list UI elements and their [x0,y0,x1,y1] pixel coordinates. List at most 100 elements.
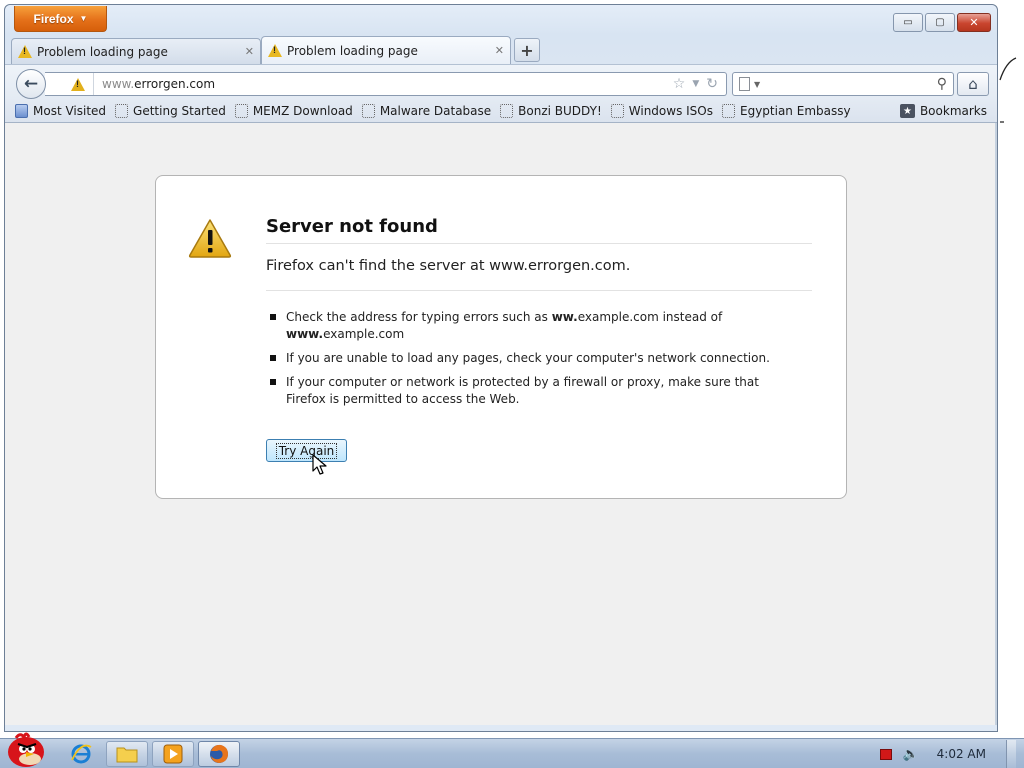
bookmark-label: Malware Database [379,104,492,118]
history-dropdown-icon[interactable]: ▼ [692,79,699,89]
error-tip: If your computer or network is protected… [270,374,770,408]
bookmark-label: Getting Started [133,104,226,118]
url-divider [93,73,94,95]
speaker-icon[interactable]: 🔈 [902,747,918,762]
firefox-taskbar-button[interactable] [198,741,240,767]
page-content: Server not found Firefox can't find the … [5,123,997,725]
error-tip: Check the address for typing errors such… [270,309,770,343]
internet-explorer-icon [71,744,92,764]
explorer-button[interactable] [106,741,148,767]
bookmark-label: Windows ISOs [628,104,713,118]
home-icon: ⌂ [968,75,978,93]
back-button[interactable]: ← [16,69,46,99]
window-edge [995,123,997,725]
error-short-description: Firefox can't find the server at www.err… [266,258,812,291]
bookmark-getting-started[interactable]: Getting Started [115,104,226,118]
try-again-button[interactable]: Try Again [266,439,347,462]
bookmarks-toolbar: Most Visited Getting Started MEMZ Downlo… [5,100,997,123]
error-tip: If you are unable to load any pages, che… [270,350,770,367]
firefox-icon [210,744,228,763]
try-again-label: Try Again [275,442,338,459]
tab-close-icon[interactable]: ✕ [495,44,504,57]
close-button[interactable]: ✕ [957,13,991,32]
bookmark-page-icon [722,104,735,118]
taskbar: 🔈 4:02 AM [0,732,1024,768]
show-desktop-button[interactable] [1006,740,1016,768]
warning-icon [268,44,282,57]
tab-close-icon[interactable]: ✕ [245,45,254,58]
tab-problem-loading-2[interactable]: Problem loading page ✕ [261,36,511,64]
mouse-cursor-icon [312,454,327,475]
angry-bird-start-icon[interactable] [4,730,48,768]
tab-problem-loading-1[interactable]: Problem loading page ✕ [11,38,261,64]
url-prefix: www. [102,77,135,91]
bookmarks-star-icon: ★ [899,104,915,118]
error-title: Server not found [266,216,812,244]
most-visited-icon [15,104,28,118]
tip-bold: www. [286,327,324,341]
bookmark-page-icon [115,104,129,118]
warning-icon [188,219,232,258]
site-warning-icon[interactable] [71,77,85,91]
firefox-menu-label: Firefox [33,11,74,26]
firefox-window: Firefox ▼ ▭ ▢ ✕ Problem loading page ✕ P… [4,4,998,732]
bookmark-label: MEMZ Download [252,104,353,118]
bookmark-page-icon [500,104,514,118]
bookmark-page-icon [234,104,248,118]
magnifier-icon[interactable]: ⚲ [937,76,947,92]
maximize-icon: ▢ [935,17,945,28]
bookmark-page-icon [610,104,624,118]
bookmark-windows-isos[interactable]: Windows ISOs [610,104,713,118]
home-button[interactable]: ⌂ [957,72,989,96]
clock[interactable]: 4:02 AM [937,747,986,761]
minimize-icon: ▭ [903,17,913,28]
maximize-button[interactable]: ▢ [925,13,955,32]
search-engine-icon[interactable] [739,77,750,91]
bookmark-bonzi-buddy[interactable]: Bonzi BUDDY! [500,104,602,118]
window-controls: ▭ ▢ ✕ [893,13,991,32]
internet-explorer-button[interactable] [60,741,102,767]
media-player-icon [163,744,183,764]
bookmark-malware-database[interactable]: Malware Database [361,104,492,118]
bookmark-label: Most Visited [33,104,107,118]
folder-icon [116,747,138,763]
bookmark-egyptian-embassy[interactable]: Egyptian Embassy [722,104,851,118]
bookmark-star-icon[interactable]: ☆ [673,76,686,92]
navigation-toolbar: www.errorgen.com ☆ ▼ ↻ ← ▼ ⚲ ⌂ [5,64,997,102]
firefox-menu-button[interactable]: Firefox ▼ [14,6,107,32]
bookmarks-menu-button[interactable]: ★ Bookmarks [899,104,987,118]
tab-label: Problem loading page [287,43,418,58]
chevron-down-icon[interactable]: ▼ [754,80,760,89]
tip-bold: ww. [551,310,578,324]
url-text[interactable]: www.errorgen.com [102,77,665,91]
plus-icon: + [520,40,534,60]
error-tips-list: Check the address for typing errors such… [270,309,770,415]
chevron-down-icon: ▼ [79,14,88,23]
new-tab-button[interactable]: + [514,38,540,62]
url-actions: ☆ ▼ ↻ [673,76,726,92]
error-page-container: Server not found Firefox can't find the … [155,175,847,499]
tab-strip: Problem loading page ✕ Problem loading p… [11,36,540,64]
tip-text: Check the address for typing errors such… [286,310,552,324]
tab-label: Problem loading page [37,44,168,59]
url-bar[interactable]: www.errorgen.com ☆ ▼ ↻ [45,72,727,96]
action-center-flag-icon[interactable] [880,748,893,760]
bookmark-most-visited[interactable]: Most Visited [15,104,106,118]
bookmark-page-icon [361,104,375,118]
tip-text: example.com instead of [577,310,723,324]
media-player-button[interactable] [152,741,194,767]
reload-icon[interactable]: ↻ [706,76,718,92]
bookmark-memz-download[interactable]: MEMZ Download [234,104,353,118]
back-arrow-icon: ← [23,74,39,94]
tip-text: example.com [323,327,405,341]
minimize-button[interactable]: ▭ [893,13,923,32]
warning-icon [18,45,32,58]
bookmark-label: Egyptian Embassy [740,104,851,118]
bookmark-label: Bonzi BUDDY! [518,104,602,118]
search-bar[interactable]: ▼ ⚲ [732,72,954,96]
system-tray: 🔈 4:02 AM [880,739,1016,768]
desktop-scribble [999,57,1017,123]
browser-chrome: Firefox ▼ ▭ ▢ ✕ Problem loading page ✕ P… [5,5,997,123]
close-icon: ✕ [969,16,979,29]
url-host: errorgen.com [134,77,216,91]
